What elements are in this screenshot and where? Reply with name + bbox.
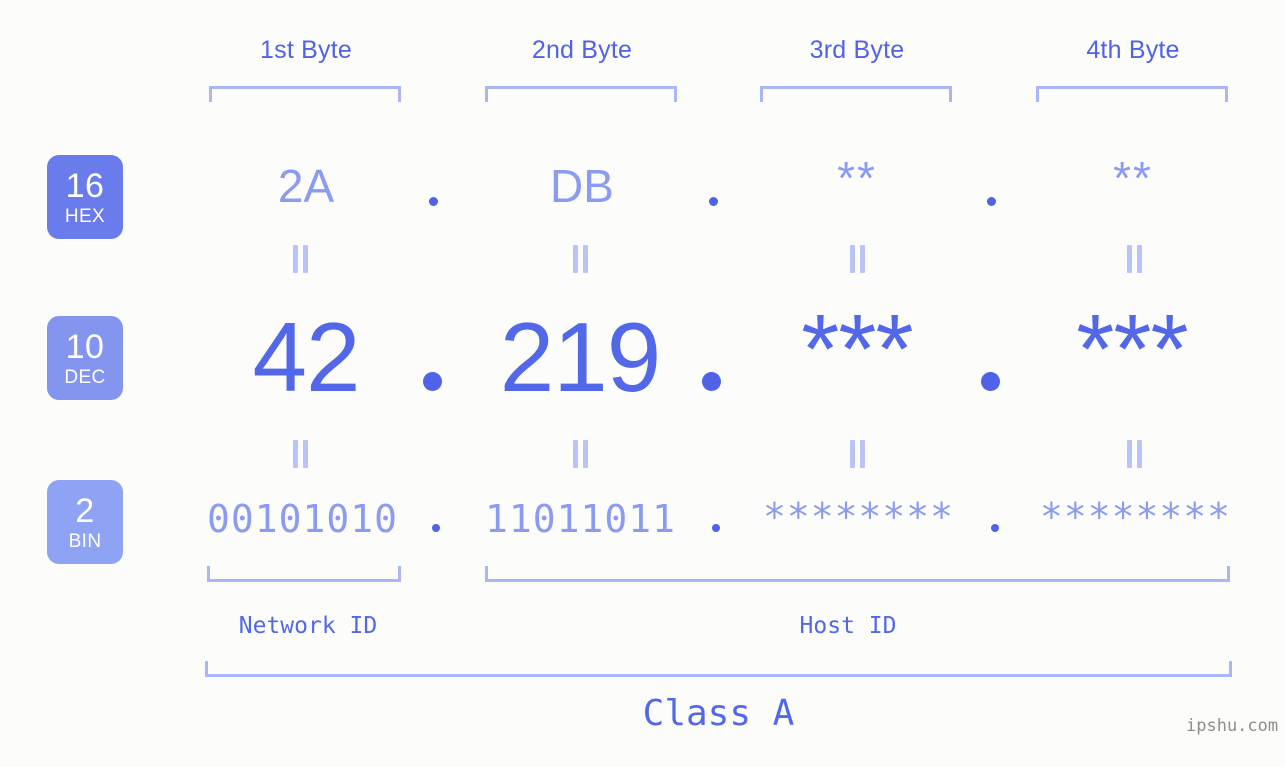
byte-bracket-top-1 — [209, 86, 401, 102]
byte-header-label-2: 2nd Byte — [531, 36, 633, 64]
base-badge-hex-name: HEX — [64, 205, 106, 227]
dec-byte-value-1: 42 — [252, 302, 360, 412]
hex-separator-dot-2 — [709, 197, 718, 206]
equality-mark-hex-dec-3 — [848, 245, 867, 273]
hex-separator-dot-3 — [987, 197, 996, 206]
equality-mark-dec-bin-3 — [848, 440, 867, 468]
dec-separator-dot-1 — [423, 372, 442, 391]
hex-separator-dot-1 — [429, 197, 438, 206]
network-id-label: Network ID — [238, 613, 378, 639]
equality-mark-dec-bin-4 — [1125, 440, 1144, 468]
hex-byte-value-4: ** — [1113, 152, 1153, 204]
base-badge-bin: 2 BIN — [47, 480, 123, 564]
equality-mark-hex-dec-1 — [291, 245, 310, 273]
equality-mark-dec-bin-1 — [291, 440, 310, 468]
byte-header-label-1: 1st Byte — [260, 36, 352, 64]
byte-bracket-top-2 — [485, 86, 677, 102]
ip-breakdown-diagram: 1st Byte 2nd Byte 3rd Byte 4th Byte 16 H… — [0, 0, 1285, 767]
base-badge-dec-number: 10 — [65, 327, 105, 366]
dec-separator-dot-3 — [981, 372, 1000, 391]
bin-separator-dot-1 — [432, 524, 440, 532]
base-badge-hex-number: 16 — [65, 166, 105, 205]
site-watermark: ipshu.com — [1186, 716, 1279, 736]
base-badge-bin-number: 2 — [75, 491, 95, 530]
bin-separator-dot-2 — [712, 524, 720, 532]
base-badge-dec: 10 DEC — [47, 316, 123, 400]
class-label: Class A — [642, 693, 795, 734]
hex-byte-value-1: 2A — [277, 160, 335, 212]
network-id-bracket — [207, 566, 401, 582]
byte-header-label-3: 3rd Byte — [809, 36, 905, 64]
host-id-bracket — [485, 566, 1230, 582]
hex-byte-value-3: ** — [837, 152, 877, 204]
base-badge-hex: 16 HEX — [47, 155, 123, 239]
dec-byte-value-4: *** — [1076, 294, 1188, 404]
bin-byte-value-3: ******** — [762, 495, 955, 539]
equality-mark-hex-dec-4 — [1125, 245, 1144, 273]
dec-separator-dot-2 — [702, 372, 721, 391]
dec-byte-value-3: *** — [801, 294, 913, 404]
equality-mark-dec-bin-2 — [571, 440, 590, 468]
hex-byte-value-2: DB — [550, 160, 614, 212]
base-badge-bin-name: BIN — [68, 530, 102, 552]
bin-byte-value-1: 00101010 — [206, 497, 399, 541]
base-badge-dec-name: DEC — [64, 366, 106, 388]
dec-byte-value-2: 219 — [499, 302, 662, 412]
class-bracket — [205, 661, 1232, 677]
host-id-label: Host ID — [799, 613, 897, 639]
equality-mark-hex-dec-2 — [571, 245, 590, 273]
bin-separator-dot-3 — [991, 524, 999, 532]
byte-bracket-top-4 — [1036, 86, 1228, 102]
byte-bracket-top-3 — [760, 86, 952, 102]
bin-byte-value-4: ******** — [1039, 495, 1232, 539]
byte-header-label-4: 4th Byte — [1086, 36, 1180, 64]
bin-byte-value-2: 11011011 — [484, 497, 677, 541]
